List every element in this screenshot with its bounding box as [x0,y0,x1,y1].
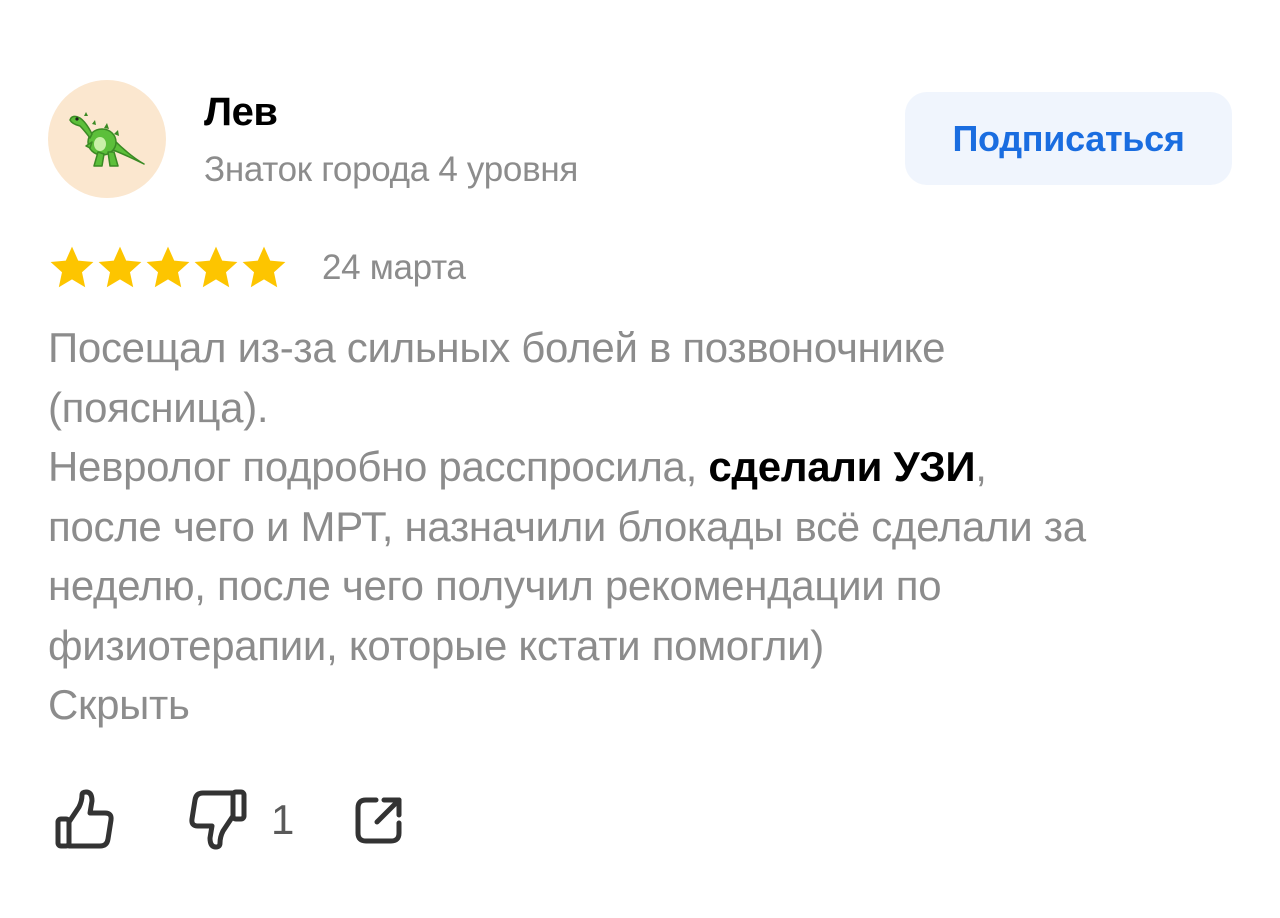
review-line: Посещал из-за сильных болей в позвоночни… [48,324,946,371]
review-line: неделю, после чего получил рекомендации … [48,562,942,609]
review-line: после чего и МРТ, назначили блокады всё … [48,502,1086,550]
thumbs-up-icon [55,789,114,849]
rating-row: 24 марта [48,244,466,292]
star-icon [144,245,192,291]
review-line: Невролог подробно расспросила, сделали У… [48,437,1248,497]
review-actions: 1 [55,788,404,852]
star-icon [192,245,240,291]
star-icon [96,245,144,291]
star-icon [240,245,288,291]
like-button[interactable] [55,789,117,851]
dislike-button[interactable]: 1 [189,789,294,851]
star-icon [48,245,96,291]
review-text-segment: , [975,443,987,490]
review-line: физиотерапии, которые кстати помогли) [48,621,824,669]
avatar[interactable] [48,80,166,198]
review-text: Посещал из-за сильных болей в позвоночни… [48,318,1248,675]
collapse-link[interactable]: Скрыть [48,675,190,734]
dislike-count: 1 [271,796,295,843]
highlighted-phrase: сделали УЗИ [708,443,976,490]
t-rex-icon [69,112,145,167]
subscribe-button[interactable]: Подписаться [905,92,1232,185]
review-line: (поясница). [48,383,269,431]
author-name[interactable]: Лев [204,88,278,136]
review-card: Лев Знаток города 4 уровня Подписаться 2… [0,0,1280,918]
review-date: 24 марта [322,248,466,287]
rating-stars [48,245,288,291]
review-text-segment: Невролог подробно расспросила, [48,443,709,490]
share-icon [355,797,402,844]
share-button[interactable] [354,795,404,845]
author-level: Знаток города 4 уровня [204,150,579,189]
thumbs-down-icon [189,789,247,850]
